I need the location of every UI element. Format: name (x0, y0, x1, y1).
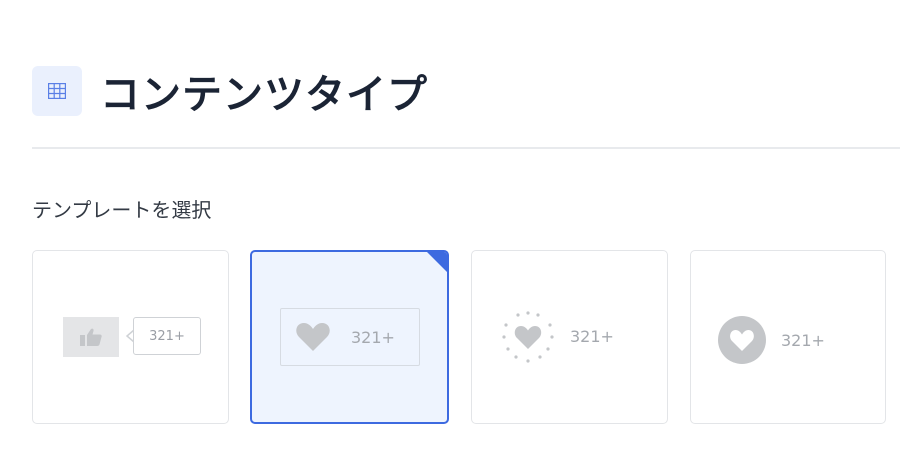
count-label: 321+ (351, 327, 395, 347)
sparkle-heart-icon (502, 311, 554, 363)
sparkle-heart-group: 321+ (496, 305, 614, 367)
count-label: 321+ (781, 330, 825, 350)
thumbs-up-icon (63, 317, 119, 357)
template-card-like-bubble[interactable]: 321+ (32, 250, 229, 424)
circle-heart-icon (718, 316, 766, 364)
count-bubble: 321+ (133, 317, 201, 355)
template-card-circle-heart[interactable]: 321+ (690, 250, 886, 424)
divider (32, 147, 900, 149)
heart-count-box: 321+ (280, 308, 420, 366)
page-title: コンテンツタイプ (100, 72, 428, 118)
template-select-label: テンプレートを選択 (32, 198, 212, 222)
circle-heart-group: 321+ (717, 315, 825, 365)
heart-icon (296, 323, 330, 351)
template-card-heart-box[interactable]: 321+ (250, 250, 449, 424)
template-card-sparkle-heart[interactable]: 321+ (471, 250, 668, 424)
page-header: コンテンツタイプ (32, 62, 428, 120)
count-label: 321+ (570, 326, 614, 346)
selected-corner-indicator (427, 252, 447, 272)
grid-icon (32, 66, 82, 116)
content-type-panel: コンテンツタイプ テンプレートを選択 321+ 321+ 321+ 321+ (0, 0, 900, 473)
